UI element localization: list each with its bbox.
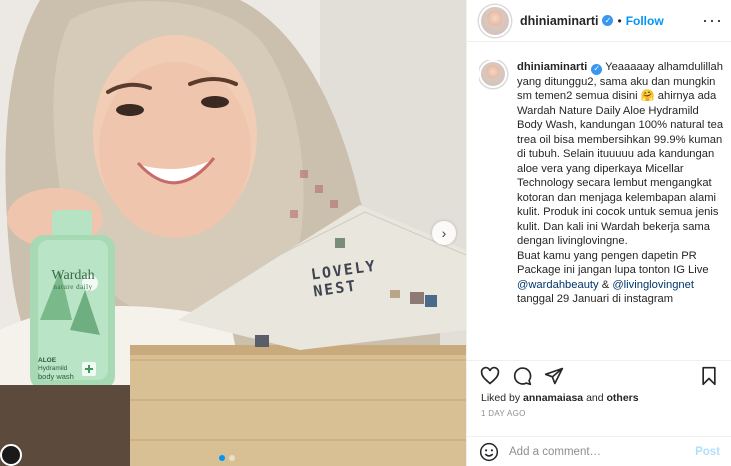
- header-separator: •: [617, 13, 622, 28]
- caption: dhiniaminarti ✓ Yeaaaaay alhamdulillah ya…: [479, 60, 724, 356]
- bottle-product-1: ALOE: [38, 357, 57, 364]
- next-photo-button[interactable]: ›: [432, 221, 456, 245]
- follow-button[interactable]: Follow: [626, 14, 664, 28]
- carousel-dots: [219, 455, 235, 461]
- liked-by-and: and: [583, 392, 607, 404]
- comment-icon[interactable]: [511, 365, 533, 387]
- caption-paragraph-1: dhiniaminarti ✓ Yeaaaaay alhamdulillah ya…: [517, 60, 724, 249]
- liked-by-text: Liked by annamaiasa and others: [481, 392, 639, 404]
- post-image[interactable]: Wardah nature daily ALOE Hydramild body …: [0, 0, 466, 466]
- share-icon[interactable]: [543, 365, 565, 387]
- liked-by-prefix: Liked by: [481, 392, 524, 404]
- bottle-line: nature daily: [53, 283, 93, 291]
- caption-verified-badge-icon: ✓: [591, 63, 603, 75]
- caption-final-line: tanggal 29 Januari di instagram: [517, 293, 674, 306]
- mention-livinglovingnet[interactable]: @livinglovingnet: [612, 279, 694, 291]
- post-comment-button[interactable]: Post: [695, 446, 720, 458]
- more-options-icon[interactable]: ···: [702, 10, 723, 31]
- bottle-product-label: ALOE Hydramild body wash: [38, 357, 74, 381]
- bookmark-icon[interactable]: [698, 365, 720, 387]
- caption-mentions: @wardahbeauty & @livinglovingnet: [517, 278, 724, 293]
- verified-badge-icon: ✓: [602, 15, 614, 26]
- carousel-dot-active: [219, 455, 225, 461]
- caption-username[interactable]: dhiniaminarti: [517, 61, 587, 73]
- smiley-icon[interactable]: [479, 442, 499, 462]
- liked-by-user[interactable]: annamaiasa: [523, 392, 583, 404]
- tagged-user-icon[interactable]: [0, 444, 22, 466]
- heart-icon[interactable]: [479, 365, 501, 387]
- caption-paragraph-2: Buat kamu yang pengen dapetin PR Package…: [517, 249, 709, 277]
- comment-bar: Post: [467, 436, 731, 466]
- action-bar: [467, 360, 731, 390]
- mention-separator: &: [598, 278, 613, 291]
- bottle-product-3: body wash: [38, 372, 74, 381]
- author-username[interactable]: dhiniaminarti: [520, 14, 598, 28]
- caption-author-avatar[interactable]: [479, 60, 507, 88]
- post-header: dhiniaminarti ✓ • Follow ···: [467, 0, 731, 42]
- mention-wardahbeauty[interactable]: @wardahbeauty: [517, 279, 599, 291]
- chevron-right-icon: ›: [441, 225, 447, 241]
- caption-body-1: Yeaaaaay alhamdulillah yang ditunggu2, s…: [517, 61, 724, 248]
- bottle-label: Wardah nature daily: [34, 268, 112, 291]
- post-photo-illustration: [0, 0, 466, 466]
- caption-text: dhiniaminarti ✓ Yeaaaaay alhamdulillah ya…: [517, 60, 724, 356]
- post-timestamp[interactable]: 1 DAY AGO: [481, 409, 526, 418]
- comment-input[interactable]: [509, 445, 696, 458]
- bottle-brand: Wardah: [51, 268, 95, 283]
- liked-by-others[interactable]: others: [607, 392, 639, 404]
- carousel-dot: [229, 455, 235, 461]
- author-avatar[interactable]: [479, 4, 511, 37]
- post-side-panel: dhiniaminarti ✓ • Follow ··· dhiniaminar…: [466, 0, 731, 466]
